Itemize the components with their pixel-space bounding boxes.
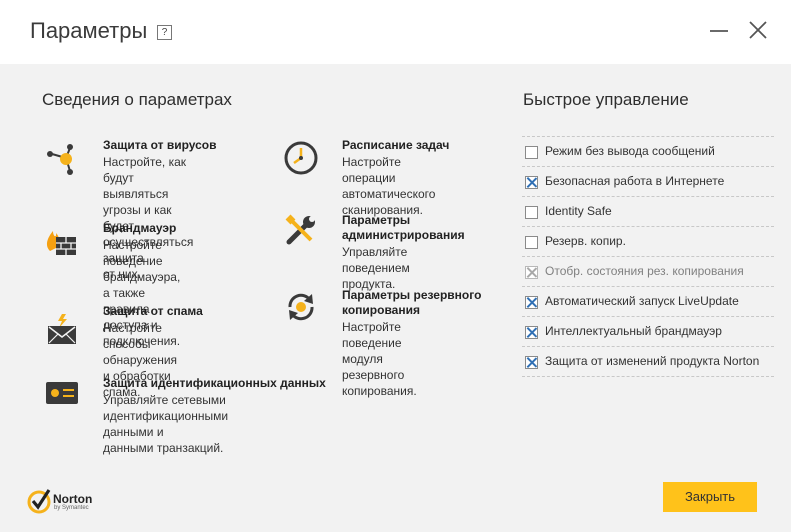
firewall-icon bbox=[46, 231, 76, 255]
settings-item-title: Защита от спама bbox=[103, 304, 203, 318]
minimize-button[interactable] bbox=[707, 18, 731, 42]
window-title: Параметры bbox=[30, 18, 148, 43]
clock-icon bbox=[284, 141, 318, 175]
settings-item-title: Защита от вирусов bbox=[103, 138, 217, 152]
quick-control-heading: Быстрое управление bbox=[523, 90, 689, 109]
quick-control-label: Безопасная работа в Интернете bbox=[545, 174, 725, 188]
settings-item-title: Защита идентификационных данных bbox=[103, 376, 326, 390]
backup-icon bbox=[288, 293, 314, 321]
norton-logo-text: Norton bbox=[53, 492, 93, 506]
wrench-icon bbox=[285, 214, 315, 245]
quick-control-item-tamper-protection[interactable]: Защита от изменений продукта Norton bbox=[522, 346, 774, 377]
norton-checkmark-icon bbox=[27, 489, 51, 514]
title-bar: Параметры ? bbox=[0, 0, 791, 64]
checkbox[interactable] bbox=[525, 206, 538, 219]
close-icon bbox=[749, 21, 767, 39]
quick-control-label: Резерв. копир. bbox=[545, 234, 626, 248]
checkbox[interactable] bbox=[525, 326, 538, 339]
content-area: Сведения о параметрах Быстрое управление… bbox=[0, 64, 791, 532]
settings-item-description: Настройте операции автоматического скани… bbox=[342, 155, 436, 217]
settings-item-description: Управляйте поведением продукта. bbox=[342, 245, 410, 291]
checkbox bbox=[525, 266, 538, 279]
quick-control-label: Автоматический запуск LiveUpdate bbox=[545, 294, 739, 308]
settings-item-title: Параметры резервного копирования bbox=[342, 288, 482, 317]
checkbox[interactable] bbox=[525, 296, 538, 309]
checkbox[interactable] bbox=[525, 356, 538, 369]
quick-control-label: Отобр. состояния рез. копирования bbox=[545, 264, 744, 278]
quick-control-label: Режим без вывода сообщений bbox=[545, 144, 715, 158]
settings-item-title: Расписание задач bbox=[342, 138, 450, 152]
quick-control-item-safe-web[interactable]: Безопасная работа в Интернете bbox=[522, 166, 774, 196]
close-window-button[interactable] bbox=[746, 18, 770, 42]
close-button[interactable]: Закрыть bbox=[663, 482, 757, 512]
spam-envelope-icon bbox=[48, 314, 76, 344]
minimize-icon bbox=[710, 30, 728, 32]
quick-control-item-identity-safe[interactable]: Identity Safe bbox=[522, 196, 774, 226]
id-card-icon bbox=[46, 382, 78, 404]
quick-control-label: Интеллектуальный брандмауэр bbox=[545, 324, 722, 338]
quick-control-label: Identity Safe bbox=[545, 204, 612, 218]
help-button[interactable]: ? bbox=[157, 25, 172, 40]
settings-item-description: Настройте поведение модуля резервного ко… bbox=[342, 320, 417, 398]
quick-control-item-auto-liveupdate[interactable]: Автоматический запуск LiveUpdate bbox=[522, 286, 774, 316]
settings-item-title: Брандмауэр bbox=[103, 221, 177, 235]
checkbox[interactable] bbox=[525, 236, 538, 249]
quick-control-label: Защита от изменений продукта Norton bbox=[545, 354, 760, 368]
settings-item-title: Параметры администрирования bbox=[342, 213, 465, 242]
checkbox[interactable] bbox=[525, 176, 538, 189]
quick-control-item-silent-mode[interactable]: Режим без вывода сообщений bbox=[522, 136, 774, 166]
norton-logo-subtext: by Symantec bbox=[54, 505, 89, 511]
quick-control-item-backup[interactable]: Резерв. копир. bbox=[522, 226, 774, 256]
settings-info-heading: Сведения о параметрах bbox=[42, 90, 232, 109]
quick-control-list: Режим без вывода сообщений Безопасная ра… bbox=[522, 136, 774, 377]
settings-item-description: Управляйте сетевыми идентификационными д… bbox=[103, 393, 229, 455]
norton-logo: Norton by Symantec bbox=[27, 485, 97, 517]
quick-control-item-backup-status: Отобр. состояния рез. копирования bbox=[522, 256, 774, 286]
molecule-icon bbox=[47, 144, 73, 175]
quick-control-item-smart-firewall[interactable]: Интеллектуальный брандмауэр bbox=[522, 316, 774, 346]
checkbox[interactable] bbox=[525, 146, 538, 159]
